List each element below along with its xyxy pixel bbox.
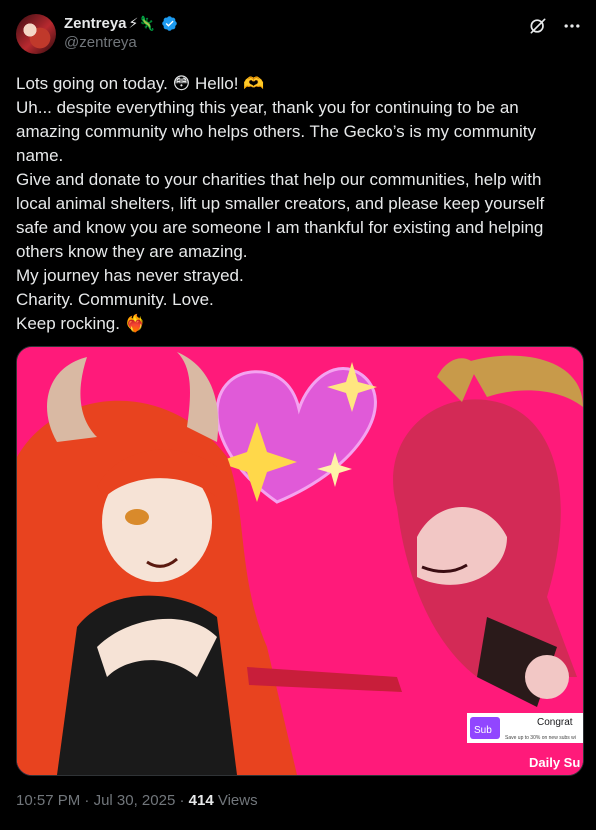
header-actions	[528, 16, 582, 36]
tweet-date[interactable]: Jul 30, 2025	[94, 792, 176, 809]
more-icon[interactable]	[562, 16, 582, 36]
display-name[interactable]: Zentreya	[64, 15, 127, 32]
views-label: Views	[217, 792, 258, 809]
views-count: 414	[188, 792, 214, 809]
grok-icon[interactable]	[528, 16, 548, 36]
tweet-line: My journey has never strayed.	[16, 266, 244, 285]
tweet-header: Zentreya ⚡🦎 @zentreya	[16, 14, 582, 58]
corner-caption: Daily Su	[529, 755, 580, 770]
display-name-row[interactable]: Zentreya ⚡🦎	[64, 15, 178, 32]
verified-badge-icon[interactable]	[161, 15, 178, 32]
tweet-meta: 10:57 PM · Jul 30, 2025 · 414 Views	[16, 792, 258, 809]
avatar[interactable]	[16, 14, 56, 54]
author-info: Zentreya ⚡🦎 @zentreya	[64, 15, 178, 51]
tweet-line: Charity. Community. Love.	[16, 290, 214, 309]
tweet-line: Keep rocking. ❤️‍🔥	[16, 314, 146, 333]
sub-badge-text: Sub	[474, 725, 492, 736]
sub-banner[interactable]: Sub Congrat Save up to 30% on new subs w…	[467, 713, 583, 743]
tweet-line: Lots going on today. 😳 Hello! 🫶	[16, 74, 265, 93]
handle[interactable]: @zentreya	[64, 34, 178, 51]
banner-title: Congrat	[537, 717, 573, 728]
name-emojis: ⚡🦎	[128, 15, 156, 32]
tweet-text: Lots going on today. 😳 Hello! 🫶 Uh... de…	[16, 72, 576, 336]
banner-subtext: Save up to 30% on new subs wi	[505, 735, 576, 741]
tweet-time[interactable]: 10:57 PM	[16, 792, 80, 809]
tweet-image[interactable]: Sub Congrat Save up to 30% on new subs w…	[16, 346, 584, 776]
tweet-line: Uh... despite everything this year, than…	[16, 98, 536, 165]
meta-separator: ·	[179, 792, 189, 809]
tweet-line: Give and donate to your charities that h…	[16, 170, 545, 261]
meta-separator: ·	[84, 792, 94, 809]
